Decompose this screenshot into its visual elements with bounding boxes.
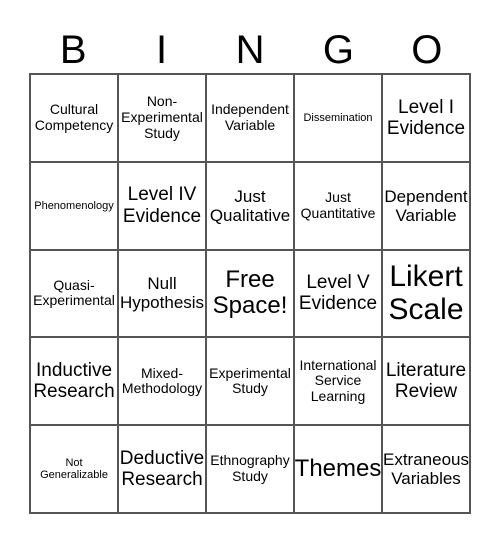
bingo-cell[interactable]: Just Qualitative	[206, 161, 294, 250]
bingo-cell[interactable]: Phenomenology	[30, 161, 118, 250]
header-letter-i: I	[156, 28, 168, 72]
bingo-cell[interactable]: Themes	[294, 425, 382, 513]
bingo-cell[interactable]: Quasi-Experimental	[30, 249, 118, 338]
free-space-cell[interactable]: Free Space!	[206, 249, 294, 338]
bingo-cell[interactable]: Level I Evidence	[382, 74, 470, 162]
bingo-cell[interactable]: Deductive Research	[118, 425, 206, 513]
bingo-cell[interactable]: Just Quantitative	[294, 161, 382, 250]
bingo-grid: Cultural Competency Non-Experimental Stu…	[29, 73, 471, 514]
bingo-cell[interactable]: Independent Variable	[206, 74, 294, 162]
bingo-cell[interactable]: Cultural Competency	[30, 74, 118, 162]
header-letter-b: B	[59, 28, 87, 72]
header-letter-o: O	[411, 28, 443, 72]
header-letter-g: G	[322, 28, 354, 72]
bingo-cell[interactable]: Extraneous Variables	[382, 425, 470, 513]
header-letter-n: N	[235, 28, 265, 72]
bingo-cell[interactable]: Likert Scale	[382, 249, 470, 338]
bingo-cell[interactable]: Experimental Study	[206, 337, 294, 426]
bingo-cell[interactable]: Literature Review	[382, 337, 470, 426]
bingo-cell[interactable]: Dependent Variable	[382, 161, 470, 250]
bingo-cell[interactable]: Not Generalizable	[30, 425, 118, 513]
bingo-header: B I N G O	[29, 28, 471, 73]
bingo-cell[interactable]: Non-Experimental Study	[118, 74, 206, 162]
bingo-cell[interactable]: International Service Learning	[294, 337, 382, 426]
bingo-cell[interactable]: Null Hypothesis	[118, 249, 206, 338]
bingo-cell[interactable]: Mixed-Methodology	[118, 337, 206, 426]
bingo-cell[interactable]: Inductive Research	[30, 337, 118, 426]
bingo-cell[interactable]: Dissemination	[294, 74, 382, 162]
bingo-cell[interactable]: Level IV Evidence	[118, 161, 206, 250]
bingo-cell[interactable]: Ethnography Study	[206, 425, 294, 513]
bingo-cell[interactable]: Level V Evidence	[294, 249, 382, 338]
